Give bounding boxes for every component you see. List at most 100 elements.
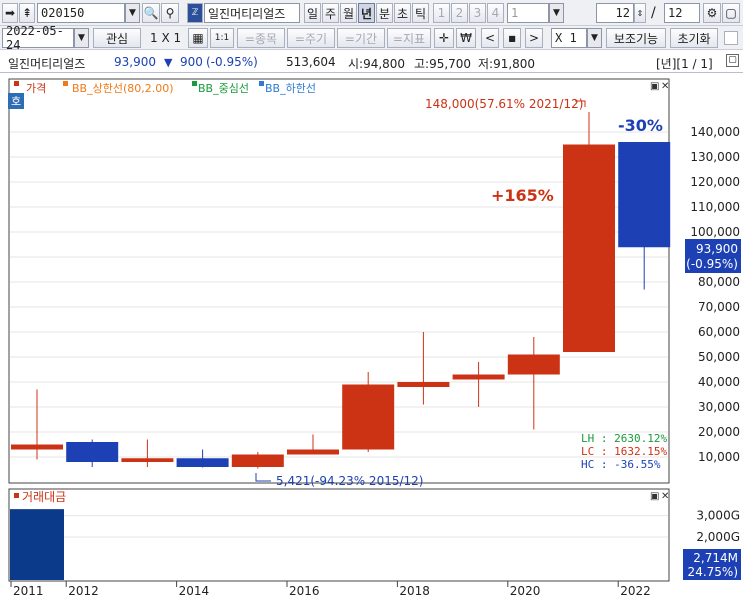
x-tick-label: 2020: [510, 584, 541, 598]
crosshair-icon[interactable]: ✛: [434, 28, 454, 48]
drop-annotation: -30%: [618, 116, 663, 135]
toolbar-top: ➡ ⇞ 020150 ▼ 🔍 ⚲ ℤ 일진머티리얼즈 일 주 월 년 분 초 틱…: [0, 0, 743, 26]
info-stock-name: 일진머티리얼즈: [8, 57, 86, 71]
candle-body: [231, 454, 284, 467]
x-tick-label: 2018: [399, 584, 430, 598]
window-icon[interactable]: ▢: [722, 3, 740, 23]
tab-period-minute[interactable]: 분: [376, 3, 393, 23]
item-button[interactable]: =종목: [237, 28, 285, 48]
chevron-down-icon[interactable]: ▼: [549, 3, 564, 23]
legend-bb-upper: BB_상한선(80,2.00): [72, 82, 174, 95]
hc-stat: HC : -36.55%: [581, 458, 661, 471]
volume-bars: [10, 509, 64, 580]
one-to-one-button[interactable]: 1:1: [210, 28, 234, 48]
chevron-down-icon[interactable]: ▼: [74, 28, 89, 48]
legend-bb-lower: BB_하한선: [265, 81, 316, 95]
info-change-pct: (-0.95%): [206, 55, 258, 69]
aux-function-button[interactable]: 보조기능: [606, 28, 666, 48]
legend-swatch-volume: [14, 493, 19, 498]
panel-close-icon[interactable]: ✕: [661, 81, 669, 92]
watch-button[interactable]: 관심: [93, 28, 141, 48]
candle-body: [176, 458, 229, 467]
search-icon[interactable]: 🔍: [142, 3, 160, 23]
legend-bb-mid: BB_중심선: [198, 82, 249, 95]
toolbar-second: 2022-05-24 ▼ 관심 1 X 1 ▦ 1:1 =종목 =주기 =기간 …: [0, 24, 743, 52]
window-icon[interactable]: ▢: [726, 54, 739, 67]
lh-stat: LH : 2630.12%: [581, 432, 667, 445]
info-volume: 513,604: [286, 55, 336, 69]
chevron-down-icon[interactable]: ▼: [125, 3, 140, 23]
date-input[interactable]: 2022-05-24: [2, 24, 74, 52]
volume-y-tick-label: 2,000G: [696, 530, 740, 544]
candle-body: [342, 384, 395, 450]
x-axis: 2011 2012 2014 2016 2018 2020 2022: [9, 580, 669, 598]
price-y-tick-label: 50,000: [698, 350, 740, 364]
period-button[interactable]: =주기: [287, 28, 335, 48]
tab-period-week[interactable]: 주: [322, 3, 339, 23]
reset-button[interactable]: 초기화: [670, 28, 718, 48]
won-icon[interactable]: ₩: [456, 28, 476, 48]
grid-icon[interactable]: ▦: [188, 28, 208, 48]
count-input[interactable]: 1: [507, 3, 549, 23]
tab-period-day[interactable]: 일: [304, 3, 321, 23]
multiplier-input[interactable]: X 1: [551, 28, 587, 48]
x-tick-label: 2012: [68, 584, 99, 598]
volume-box-value: 2,714M: [693, 551, 738, 565]
panel-minimize-icon[interactable]: ▣: [650, 81, 659, 92]
candle-body: [507, 354, 560, 375]
stop-icon[interactable]: ■: [503, 28, 521, 48]
candle-body: [11, 444, 63, 450]
candle-body: [121, 458, 174, 462]
legend-swatch-bb-mid: [192, 81, 197, 86]
x-tick-label: 2011: [13, 584, 44, 598]
gain-annotation: +165%: [491, 186, 554, 205]
range-button[interactable]: =기간: [337, 28, 385, 48]
checkbox[interactable]: [724, 31, 738, 45]
price-y-axis: 10,000 20,000 30,000 40,000 50,000 60,000 70,0…: [690, 125, 740, 464]
tab-period-month[interactable]: 월: [340, 3, 357, 23]
info-high: 고:95,700: [414, 57, 472, 71]
x-tick-label: 2016: [289, 584, 320, 598]
stock-name-field: 일진머티리얼즈: [204, 3, 300, 23]
price-y-tick-label: 100,000: [690, 225, 740, 239]
page-current-input[interactable]: 12: [596, 3, 634, 23]
legend-swatch-bb-upper: [63, 81, 68, 86]
count-button-4[interactable]: 4: [487, 3, 504, 23]
low-annotation: 5,421(-94.23% 2015/12): [276, 474, 423, 488]
legend-swatch-price: [14, 81, 19, 86]
spinner-icon[interactable]: ⇕: [634, 3, 646, 23]
count-button-2[interactable]: 2: [451, 3, 468, 23]
pin-icon[interactable]: ⇞: [19, 3, 35, 23]
stock-code-input[interactable]: 020150: [37, 3, 125, 23]
tab-period-second[interactable]: 초: [394, 3, 411, 23]
badge-label: 호: [11, 95, 21, 108]
chevron-left-icon[interactable]: <: [481, 28, 499, 48]
panel-close-icon[interactable]: ✕: [661, 491, 669, 502]
chevron-right-icon[interactable]: >: [525, 28, 543, 48]
indicator-button[interactable]: =지표: [387, 28, 431, 48]
count-button-1[interactable]: 1: [433, 3, 450, 23]
tab-period-tick[interactable]: 틱: [412, 3, 429, 23]
high-annotation: 148,000(57.61% 2021/12): [425, 97, 583, 111]
price-y-tick-label: 70,000: [698, 300, 740, 314]
chevron-down-icon[interactable]: ▼: [587, 28, 602, 48]
link-icon[interactable]: ⚲: [161, 3, 179, 23]
down-arrow-icon: ▼: [164, 56, 173, 69]
price-y-tick-label: 110,000: [690, 200, 740, 214]
candle-body: [452, 374, 505, 380]
panel-minimize-icon[interactable]: ▣: [650, 491, 659, 502]
info-low: 저:91,800: [478, 57, 536, 71]
candle-body: [563, 144, 615, 352]
x-tick-label: 2014: [179, 584, 210, 598]
settings-icon[interactable]: ⚙: [703, 3, 721, 23]
count-button-3[interactable]: 3: [469, 3, 486, 23]
tab-period-year[interactable]: 년: [358, 3, 375, 23]
volume-panel-frame: [8, 488, 670, 582]
arrow-right-icon[interactable]: ➡: [2, 3, 18, 23]
price-y-tick-label: 40,000: [698, 375, 740, 389]
price-y-tick-label: 80,000: [698, 275, 740, 289]
candle-body: [618, 142, 671, 248]
volume-bar: [10, 509, 64, 580]
info-change: 900: [180, 55, 203, 69]
candle-body: [397, 382, 450, 387]
